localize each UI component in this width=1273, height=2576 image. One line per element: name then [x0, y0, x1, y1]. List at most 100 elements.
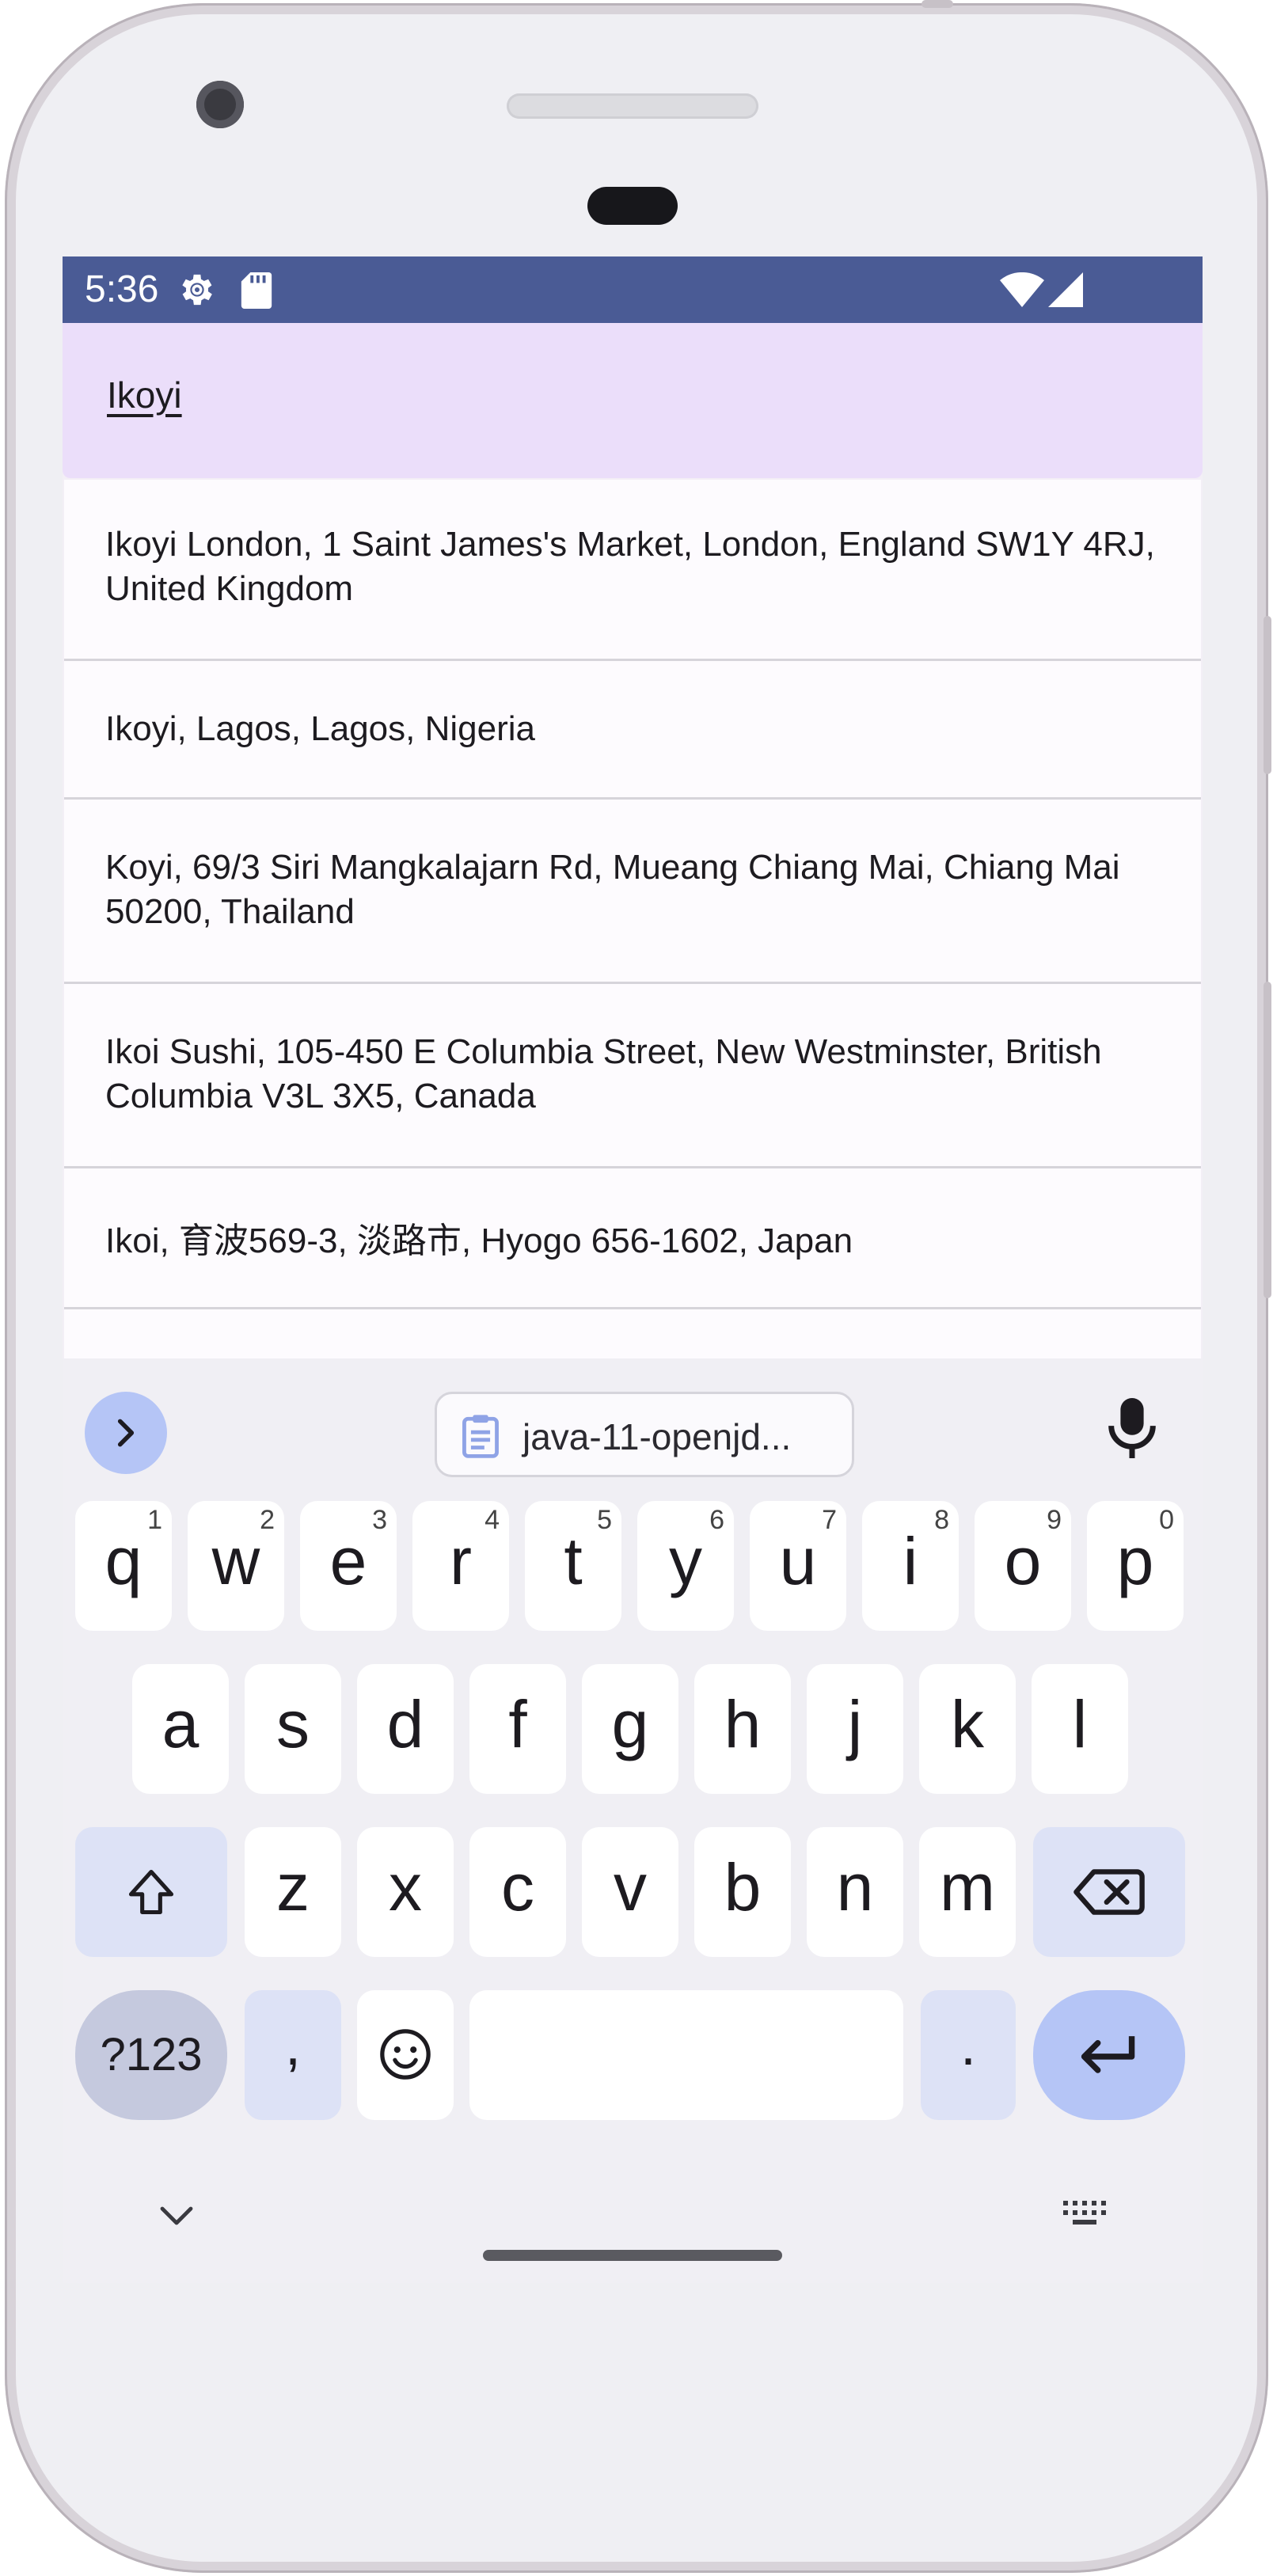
result-item[interactable]: Ikoi, 育波569-3, 淡路市, Hyogo 656-1602, Japa…: [64, 1168, 1201, 1309]
backspace-key[interactable]: [1033, 1827, 1185, 1957]
key-hint: 9: [1047, 1505, 1062, 1535]
enter-key[interactable]: [1033, 1990, 1185, 2120]
key-label: ,: [284, 2014, 301, 2077]
key-label: n: [836, 1850, 874, 1924]
key-hint: 4: [484, 1505, 500, 1535]
period-key[interactable]: .: [921, 1990, 1016, 2120]
backspace-icon: [1074, 1869, 1145, 1915]
key-q[interactable]: q1: [75, 1501, 172, 1631]
key-label: g: [611, 1687, 649, 1761]
key-j[interactable]: j: [807, 1664, 903, 1794]
status-time: 5:36: [85, 268, 159, 310]
shift-icon: [128, 1869, 174, 1915]
key-label: d: [386, 1687, 424, 1761]
sd-card-icon: [241, 272, 272, 309]
key-label: k: [951, 1687, 984, 1761]
result-text: Koyi, 69/3 Siri Mangkalajarn Rd, Mueang …: [105, 848, 1120, 931]
search-input-text[interactable]: Ikoyi: [107, 374, 182, 416]
search-field[interactable]: Ikoyi: [63, 323, 1203, 478]
expand-toolbar-button[interactable]: [85, 1392, 167, 1474]
shift-key[interactable]: [75, 1827, 227, 1957]
key-label: m: [940, 1850, 995, 1924]
key-r[interactable]: r4: [412, 1501, 509, 1631]
key-label: ?123: [100, 2029, 203, 2080]
power-button: [1264, 616, 1271, 774]
key-hint: 5: [597, 1505, 612, 1535]
key-hint: 8: [934, 1505, 949, 1535]
key-label: l: [1072, 1687, 1088, 1761]
clipboard-chip-label: java-11-openjd...: [522, 1416, 792, 1457]
wifi-icon: [1000, 272, 1044, 307]
earpiece-speaker: [507, 93, 758, 119]
clipboard-icon: [462, 1415, 499, 1458]
result-item[interactable]: Ikoi Sushi, 105-450 E Columbia Street, N…: [64, 984, 1201, 1168]
gear-icon: [182, 274, 212, 306]
result-text: Ikoyi London, 1 Saint James's Market, Lo…: [105, 525, 1155, 608]
key-b[interactable]: b: [694, 1827, 791, 1957]
proximity-sensor: [587, 187, 678, 225]
key-p[interactable]: p0: [1087, 1501, 1184, 1631]
home-gesture-bar[interactable]: [483, 2250, 782, 2261]
emoji-icon: [380, 2029, 431, 2080]
key-y[interactable]: y6: [637, 1501, 734, 1631]
key-x[interactable]: x: [357, 1827, 454, 1957]
key-t[interactable]: t5: [525, 1501, 621, 1631]
key-label: h: [724, 1687, 762, 1761]
key-hint: 1: [147, 1505, 162, 1535]
top-button: [922, 0, 953, 8]
key-hint: 3: [372, 1505, 387, 1535]
key-d[interactable]: d: [357, 1664, 454, 1794]
result-text: Ikoi, 育波569-3, 淡路市, Hyogo 656-1602, Japa…: [105, 1222, 853, 1260]
key-label: v: [614, 1850, 647, 1924]
key-h[interactable]: h: [694, 1664, 791, 1794]
hide-keyboard-icon[interactable]: [159, 2206, 194, 2228]
key-label: c: [501, 1850, 534, 1924]
key-c[interactable]: c: [469, 1827, 566, 1957]
clipboard-suggestion-chip[interactable]: java-11-openjd...: [435, 1392, 854, 1477]
result-item[interactable]: Ikoyi London, 1 Saint James's Market, Lo…: [64, 480, 1201, 661]
key-hint: 2: [260, 1505, 275, 1535]
emoji-key[interactable]: [357, 1990, 454, 2120]
key-hint: 7: [822, 1505, 837, 1535]
comma-key[interactable]: ,: [245, 1990, 341, 2120]
status-bar: 5:36: [63, 256, 1203, 323]
key-w[interactable]: w2: [188, 1501, 284, 1631]
key-label: j: [847, 1687, 863, 1761]
key-k[interactable]: k: [919, 1664, 1016, 1794]
key-l[interactable]: l: [1032, 1664, 1128, 1794]
key-label: b: [724, 1850, 762, 1924]
chevron-right-icon: [117, 1419, 135, 1447]
key-f[interactable]: f: [469, 1664, 566, 1794]
key-hint: 0: [1159, 1505, 1174, 1535]
key-hint: 6: [709, 1505, 724, 1535]
microphone-icon[interactable]: [1108, 1398, 1156, 1458]
cell-signal-icon: [1048, 272, 1083, 307]
screen: 5:36 Ikoyi Ikoyi London, 1 Saint James's…: [63, 256, 1203, 2283]
key-label: z: [276, 1850, 310, 1924]
result-item[interactable]: Ikoyi, Lagos, Lagos, Nigeria: [64, 661, 1201, 800]
keyboard-switch-icon[interactable]: [1062, 2199, 1109, 2231]
key-v[interactable]: v: [582, 1827, 678, 1957]
key-u[interactable]: u7: [750, 1501, 846, 1631]
key-s[interactable]: s: [245, 1664, 341, 1794]
key-z[interactable]: z: [245, 1827, 341, 1957]
key-g[interactable]: g: [582, 1664, 678, 1794]
front-camera: [196, 81, 244, 128]
key-e[interactable]: e3: [300, 1501, 397, 1631]
key-i[interactable]: i8: [862, 1501, 959, 1631]
volume-button: [1264, 982, 1271, 1298]
result-text: Ikoyi, Lagos, Lagos, Nigeria: [105, 709, 535, 748]
key-o[interactable]: o9: [975, 1501, 1071, 1631]
result-item[interactable]: Koyi, 69/3 Siri Mangkalajarn Rd, Mueang …: [64, 800, 1201, 984]
symbols-key[interactable]: ?123: [75, 1990, 227, 2120]
result-text: Ikoi Sushi, 105-450 E Columbia Street, N…: [105, 1032, 1102, 1115]
enter-icon: [1081, 2036, 1135, 2073]
key-label: f: [508, 1687, 527, 1761]
key-label: x: [389, 1850, 422, 1924]
key-label: a: [162, 1687, 200, 1761]
space-key[interactable]: [469, 1990, 903, 2120]
key-m[interactable]: m: [919, 1827, 1016, 1957]
key-n[interactable]: n: [807, 1827, 903, 1957]
key-label: s: [276, 1687, 310, 1761]
key-a[interactable]: a: [132, 1664, 229, 1794]
